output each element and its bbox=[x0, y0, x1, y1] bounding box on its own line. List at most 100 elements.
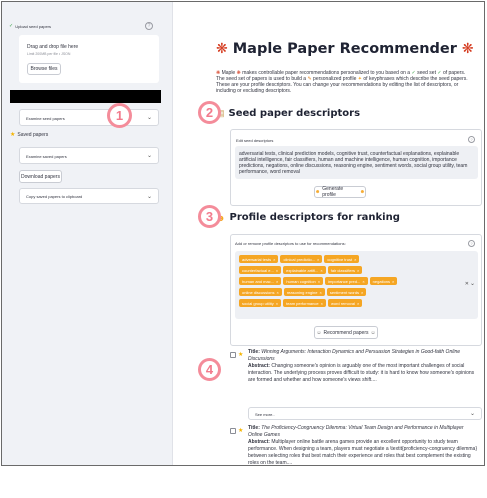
clear-all-icon[interactable]: ✕ bbox=[465, 281, 469, 287]
remove-tag-icon[interactable]: × bbox=[361, 290, 363, 295]
descriptor-tag-label: sentiment words bbox=[329, 289, 359, 295]
profile-descriptors-panel: Add or remove profile descriptors to use… bbox=[230, 234, 482, 346]
tag-row: human and mac... × human cognition × importa… bbox=[239, 277, 461, 288]
remove-tag-icon[interactable]: × bbox=[273, 257, 275, 262]
chevron-down-icon: ⌄ bbox=[146, 153, 152, 159]
maple-leaf-icon: ❋ bbox=[461, 40, 474, 56]
descriptor-tag[interactable]: explainable artifi... × bbox=[283, 266, 326, 274]
descriptor-tag-label: online discussions bbox=[242, 289, 275, 295]
remove-tag-icon[interactable]: × bbox=[320, 268, 322, 273]
descriptor-tag-label: negations bbox=[372, 278, 391, 284]
save-paper-checkbox[interactable] bbox=[230, 352, 236, 358]
help-icon[interactable]: ? bbox=[468, 240, 475, 247]
edit-seed-label: Edit seed descriptors bbox=[236, 138, 274, 143]
remove-tag-icon[interactable]: × bbox=[317, 257, 319, 262]
see-more-label: See more.. bbox=[255, 412, 275, 417]
annotation-circle-1: 1 bbox=[107, 103, 132, 128]
remove-tag-icon[interactable]: × bbox=[276, 290, 278, 295]
main-content: ❋ Maple Paper Recommender ❋ ❋ Maple ❋ ma… bbox=[174, 2, 484, 465]
descriptor-tag[interactable]: counterfactual e... × bbox=[239, 266, 282, 274]
paper-title: The Proficiency-Congruency Dilemma: Virt… bbox=[248, 425, 464, 438]
help-icon[interactable]: ? bbox=[145, 22, 153, 30]
descriptor-tag[interactable]: social group utility × bbox=[239, 299, 282, 307]
remove-tag-icon[interactable]: × bbox=[357, 301, 359, 306]
tag-row: counterfactual e... × explainable artifi..… bbox=[239, 266, 461, 277]
remove-tag-icon[interactable]: × bbox=[276, 301, 278, 306]
descriptor-tag-label: reasoning engine bbox=[286, 289, 318, 295]
descriptor-tag[interactable]: adversarial tests × bbox=[239, 255, 279, 263]
descriptor-tag-label: fair classifiers bbox=[330, 267, 355, 273]
descriptor-tag-label: importance pred... bbox=[328, 278, 361, 284]
remove-tag-icon[interactable]: × bbox=[276, 268, 278, 273]
generate-profile-button[interactable]: ☻ Generate profile ☻ bbox=[314, 186, 366, 198]
descriptor-tag-label: counterfactual e... bbox=[242, 267, 274, 273]
descriptor-tag[interactable]: online discussions × bbox=[239, 288, 282, 296]
annotation-circle-3: 3 bbox=[198, 205, 221, 228]
remove-tag-icon[interactable]: × bbox=[354, 257, 356, 262]
descriptor-tag-label: clinical predictio... bbox=[283, 256, 316, 262]
save-paper-checkbox[interactable] bbox=[230, 428, 236, 434]
remove-tag-icon[interactable]: × bbox=[321, 301, 323, 306]
chevron-down-icon[interactable]: ⌄ bbox=[470, 280, 475, 287]
remove-tag-icon[interactable]: × bbox=[276, 279, 278, 284]
remove-tag-icon[interactable]: × bbox=[362, 279, 364, 284]
smiley-icon: ☻ bbox=[359, 189, 365, 195]
add-remove-label: Add or remove profile descriptors to use… bbox=[235, 241, 346, 246]
recommend-papers-button[interactable]: ☺ Recommend papers ☺ bbox=[314, 326, 378, 339]
descriptor-tag[interactable]: word removal × bbox=[327, 299, 363, 307]
chevron-down-icon: ⌄ bbox=[469, 411, 475, 417]
descriptor-tag[interactable]: reasoning engine × bbox=[283, 288, 325, 296]
remove-tag-icon[interactable]: × bbox=[318, 279, 320, 284]
smiley-icon: ☺ bbox=[370, 329, 376, 336]
profile-descriptors-header: ☻ Profile descriptors for ranking bbox=[216, 212, 400, 223]
sidebar: ✓ Upload seed papers ? Drag and drop fil… bbox=[2, 2, 173, 465]
examine-saved-expander[interactable]: Examine saved papers ⌄ bbox=[19, 147, 159, 164]
smiley-icon: ☺ bbox=[316, 329, 322, 336]
star-icon: ★ bbox=[238, 428, 244, 434]
seed-descriptors-textarea[interactable]: adversarial tests, clinical prediction m… bbox=[235, 146, 478, 179]
descriptor-tag-label: adversarial tests bbox=[242, 256, 272, 262]
descriptor-tag[interactable]: fair classifiers × bbox=[327, 266, 363, 274]
edit-seed-descriptors-panel: Edit seed descriptors ? adversarial test… bbox=[230, 129, 482, 206]
descriptor-tag[interactable]: cognitive trust × bbox=[324, 255, 360, 263]
descriptors-multiselect[interactable]: adversarial tests × clinical predictio... ×… bbox=[235, 251, 478, 319]
descriptor-tag[interactable]: human cognition × bbox=[283, 277, 324, 285]
examine-seed-expander[interactable]: Examine seed papers ⌄ bbox=[19, 109, 159, 126]
descriptor-tag-label: explainable artifi... bbox=[286, 267, 319, 273]
see-more-expander[interactable]: See more.. ⌄ bbox=[248, 407, 482, 420]
copy-label: Copy saved papers to clipboard bbox=[26, 194, 83, 199]
descriptor-tag[interactable]: human and mac... × bbox=[239, 277, 282, 285]
file-dropzone[interactable]: Drag and drop file here Limit 200MB per … bbox=[19, 35, 159, 83]
redacted-bar bbox=[10, 90, 161, 103]
descriptor-tag-label: team performance bbox=[286, 300, 319, 306]
download-papers-button[interactable]: Download papers bbox=[19, 170, 62, 183]
tag-row: online discussions × reasoning engine × sent… bbox=[239, 288, 461, 299]
dropzone-title: Drag and drop file here bbox=[27, 44, 79, 50]
help-icon[interactable]: ? bbox=[468, 136, 475, 143]
paper-abstract: Multiplayer online battle arena games pr… bbox=[248, 439, 478, 466]
saved-papers-header: ★ Saved papers bbox=[10, 132, 49, 138]
remove-tag-icon[interactable]: × bbox=[320, 290, 322, 295]
upload-label: ✓ Upload seed papers bbox=[9, 23, 52, 30]
descriptor-tag-label: word removal bbox=[330, 300, 355, 306]
remove-tag-icon[interactable]: × bbox=[392, 279, 394, 284]
descriptor-tag-label: social group utility bbox=[242, 300, 274, 306]
browse-files-button[interactable]: Browse files bbox=[27, 63, 61, 75]
descriptor-tag[interactable]: negations × bbox=[369, 277, 398, 285]
descriptor-tag[interactable]: team performance × bbox=[283, 299, 326, 307]
remove-tag-icon[interactable]: × bbox=[357, 268, 359, 273]
chevron-down-icon: ⌄ bbox=[146, 115, 152, 121]
descriptor-tag[interactable]: clinical predictio... × bbox=[280, 255, 323, 263]
descriptor-tag[interactable]: importance pred... × bbox=[325, 277, 368, 285]
annotation-circle-2: 2 bbox=[198, 101, 221, 124]
descriptor-tag-label: cognitive trust bbox=[327, 256, 353, 262]
seed-descriptors-header: ▤ Seed paper descriptors bbox=[216, 108, 360, 119]
descriptor-tag-label: human and mac... bbox=[242, 278, 275, 284]
intro-text: ❋ Maple ❋ makes controllable paper recom… bbox=[216, 70, 468, 94]
maple-leaf-icon: ❋ bbox=[216, 40, 228, 56]
descriptor-tag[interactable]: sentiment words × bbox=[326, 288, 367, 296]
smiley-icon: ☻ bbox=[315, 189, 321, 195]
copy-clipboard-select[interactable]: Copy saved papers to clipboard ⌄ bbox=[19, 188, 159, 204]
seed-descriptors-text: adversarial tests, clinical prediction m… bbox=[239, 151, 468, 175]
page-title: ❋ Maple Paper Recommender ❋ bbox=[216, 40, 474, 57]
